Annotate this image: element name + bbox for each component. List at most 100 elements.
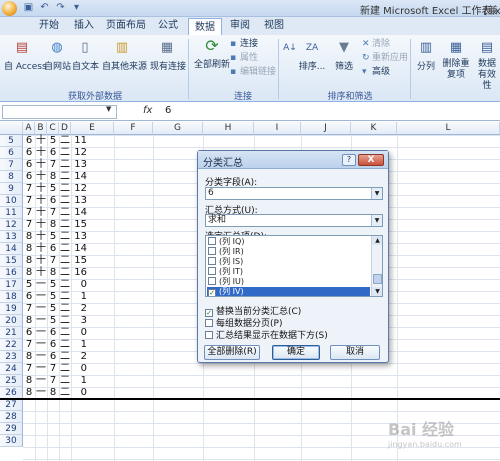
row-header[interactable]: 13	[0, 231, 23, 243]
cell-c[interactable]: 5	[47, 303, 59, 315]
cell-b[interactable]: 一	[35, 363, 47, 375]
cell-c[interactable]: 6	[47, 339, 59, 351]
cell-c[interactable]: 7	[47, 207, 59, 219]
cell-b[interactable]: 一	[35, 351, 47, 363]
cell-d[interactable]: 二	[59, 243, 71, 255]
cell-b[interactable]: 十	[35, 267, 47, 279]
cell-b[interactable]	[35, 411, 47, 423]
remove-all-button[interactable]: 全部删除(R)	[204, 345, 260, 360]
scroll-up-icon[interactable]: ▲	[372, 236, 382, 245]
row-header[interactable]: 16	[0, 267, 23, 279]
column-header-j[interactable]: J	[301, 122, 351, 135]
cell-c[interactable]: 7	[47, 255, 59, 267]
column-header-d[interactable]: D	[59, 122, 71, 135]
cell-d[interactable]: 二	[59, 303, 71, 315]
row-header[interactable]: 21	[0, 327, 23, 339]
tab-view[interactable]: 视图	[260, 17, 288, 35]
clear-filter-button[interactable]: ✕ 清除	[362, 38, 390, 50]
cell-b[interactable]: 一	[35, 291, 47, 303]
cell-d[interactable]: 二	[59, 231, 71, 243]
cell-d[interactable]: 二	[59, 363, 71, 375]
cell-e[interactable]: 12	[71, 183, 89, 195]
list-scrollbar[interactable]: ▲ ▼	[371, 236, 382, 296]
cell-d[interactable]: 二	[59, 267, 71, 279]
cell-d[interactable]: 二	[59, 315, 71, 327]
cell-b[interactable]: 十	[35, 207, 47, 219]
cell-b[interactable]: 十	[35, 231, 47, 243]
cell-e[interactable]	[71, 399, 89, 411]
insert-function-icon[interactable]: fx	[143, 105, 152, 116]
cell-d[interactable]: 二	[59, 135, 71, 147]
from-other-sources-button[interactable]: ▥ 自其他来源	[102, 39, 147, 72]
cell-e[interactable]: 15	[71, 255, 89, 267]
office-button[interactable]	[2, 1, 17, 16]
cell-d[interactable]: 二	[59, 291, 71, 303]
cell-c[interactable]: 6	[47, 327, 59, 339]
checkbox[interactable]	[208, 277, 216, 285]
cell-e[interactable]: 13	[71, 195, 89, 207]
cell-d[interactable]: 二	[59, 147, 71, 159]
cell-c[interactable]: 8	[47, 267, 59, 279]
cell-e[interactable]: 1	[71, 339, 89, 351]
subtotal-item[interactable]: (列 IR)	[207, 247, 370, 257]
cell-c[interactable]	[47, 435, 59, 447]
subtotal-item[interactable]: ✓ (列 IV)	[207, 287, 370, 296]
cell-e[interactable]: 16	[71, 267, 89, 279]
from-web-button[interactable]: ◍ 自网站	[44, 39, 71, 72]
cell-a[interactable]: 7	[23, 183, 35, 195]
sort-az-button[interactable]: A↓	[282, 39, 297, 59]
cell-d[interactable]	[59, 423, 71, 435]
row-header[interactable]: 24	[0, 363, 23, 375]
cell-e[interactable]: 1	[71, 375, 89, 387]
cell-a[interactable]: 6	[23, 291, 35, 303]
checkbox[interactable]	[208, 267, 216, 275]
cell-d[interactable]: 二	[59, 255, 71, 267]
row-header[interactable]: 30	[0, 435, 23, 447]
tab-review[interactable]: 审阅	[226, 17, 254, 35]
cell-a[interactable]: 7	[23, 339, 35, 351]
cell-b[interactable]: 十	[35, 147, 47, 159]
cell-c[interactable]: 5	[47, 231, 59, 243]
row-header[interactable]: 23	[0, 351, 23, 363]
cell-a[interactable]: 5	[23, 279, 35, 291]
cell-e[interactable]: 12	[71, 147, 89, 159]
dialog-title-bar[interactable]: 分类汇总 ? X	[198, 151, 388, 169]
cell-a[interactable]: 8	[23, 243, 35, 255]
cell-a[interactable]	[23, 411, 35, 423]
cell-d[interactable]: 二	[59, 183, 71, 195]
tab-formulas[interactable]: 公式	[154, 17, 182, 35]
cell-e[interactable]: 0	[71, 327, 89, 339]
row-header[interactable]: 7	[0, 159, 23, 171]
properties-button[interactable]: ▪ 属性	[230, 52, 258, 64]
row-header[interactable]: 14	[0, 243, 23, 255]
help-button[interactable]: ?	[342, 154, 356, 166]
cell-e[interactable]: 14	[71, 207, 89, 219]
row-header[interactable]: 10	[0, 195, 23, 207]
row-header[interactable]: 11	[0, 207, 23, 219]
cell-e[interactable]: 11	[71, 135, 89, 147]
scroll-thumb[interactable]	[373, 274, 382, 284]
cell-a[interactable]	[23, 435, 35, 447]
cell-d[interactable]: 二	[59, 327, 71, 339]
cancel-button[interactable]: 取消	[330, 345, 380, 360]
row-header[interactable]: 22	[0, 339, 23, 351]
chevron-down-icon[interactable]: ▼	[371, 188, 382, 199]
row-header[interactable]: 5	[0, 135, 23, 147]
tab-page-layout[interactable]: 页面布局	[104, 17, 148, 35]
cell-c[interactable]: 5	[47, 279, 59, 291]
cell-d[interactable]: 二	[59, 219, 71, 231]
checkbox[interactable]	[205, 319, 213, 327]
close-button[interactable]: X	[358, 154, 384, 166]
cell-b[interactable]: 十	[35, 183, 47, 195]
cell-d[interactable]: 二	[59, 207, 71, 219]
row-header[interactable]: 17	[0, 279, 23, 291]
cell-e[interactable]	[71, 411, 89, 423]
subtotal-item[interactable]: (列 IU)	[207, 277, 370, 287]
cell-d[interactable]	[59, 399, 71, 411]
cell-e[interactable]: 13	[71, 231, 89, 243]
function-select[interactable]: 求和 ▼	[205, 214, 383, 227]
cell-d[interactable]: 二	[59, 159, 71, 171]
cell-b[interactable]: 十	[35, 171, 47, 183]
cell-e[interactable]: 2	[71, 351, 89, 363]
tab-data[interactable]: 数据	[188, 18, 222, 35]
